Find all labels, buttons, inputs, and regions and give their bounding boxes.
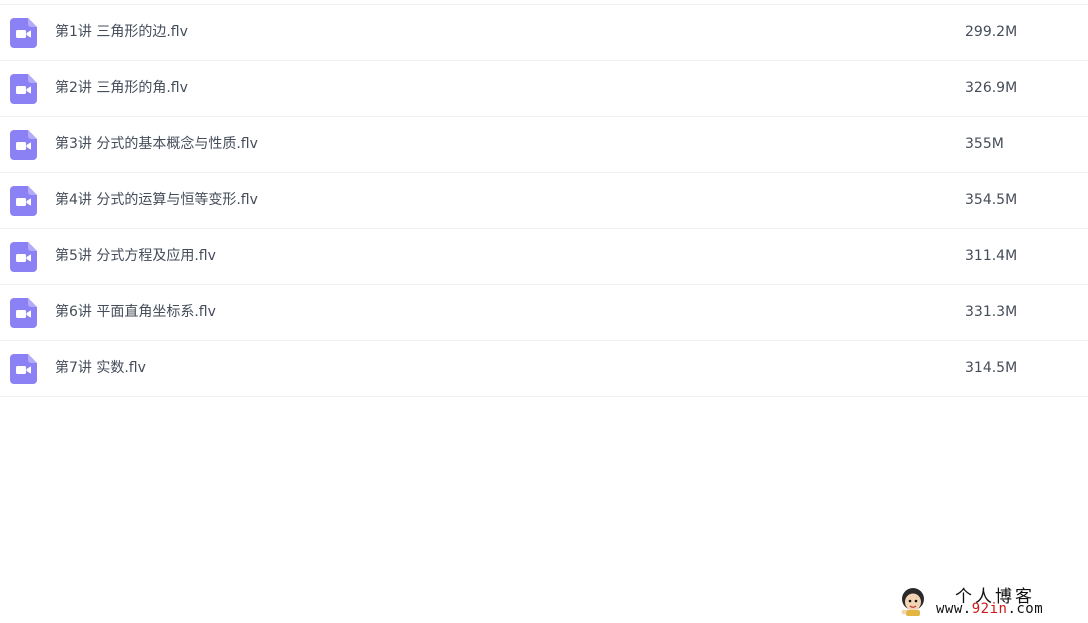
video-file-icon (10, 130, 37, 160)
file-list: 第1讲 三角形的边.flv 299.2M 第2讲 三角形的角.flv 326.9… (0, 4, 1088, 397)
video-file-icon (10, 242, 37, 272)
video-file-icon (10, 354, 37, 384)
watermark-url: www.92in.com (936, 601, 1043, 617)
video-file-icon (10, 186, 37, 216)
file-size: 314.5M (965, 360, 1018, 376)
file-size: 331.3M (965, 304, 1018, 320)
file-name[interactable]: 第6讲 平面直角坐标系.flv (55, 285, 216, 340)
watermark-url-accent: 92in (971, 601, 1008, 617)
blog-watermark: 个人博客 www.92in.com (892, 581, 1088, 623)
file-row[interactable]: 第7讲 实数.flv 314.5M (0, 341, 1088, 397)
video-file-icon (10, 18, 37, 48)
file-size: 355M (965, 136, 1004, 152)
file-size: 354.5M (965, 192, 1018, 208)
file-row[interactable]: 第4讲 分式的运算与恒等变形.flv 354.5M (0, 173, 1088, 229)
video-file-icon (10, 74, 37, 104)
file-row[interactable]: 第1讲 三角形的边.flv 299.2M (0, 5, 1088, 61)
file-size: 299.2M (965, 24, 1018, 40)
file-row[interactable]: 第6讲 平面直角坐标系.flv 331.3M (0, 285, 1088, 341)
cartoon-avatar-icon (901, 588, 924, 616)
file-row[interactable]: 第5讲 分式方程及应用.flv 311.4M (0, 229, 1088, 285)
video-file-icon (10, 298, 37, 328)
file-name[interactable]: 第4讲 分式的运算与恒等变形.flv (55, 173, 258, 228)
watermark-url-prefix: www. (936, 601, 972, 617)
file-row[interactable]: 第2讲 三角形的角.flv 326.9M (0, 61, 1088, 117)
file-name[interactable]: 第7讲 实数.flv (55, 341, 146, 396)
watermark-url-suffix: .com (1007, 601, 1044, 617)
file-name[interactable]: 第5讲 分式方程及应用.flv (55, 229, 216, 284)
file-name[interactable]: 第3讲 分式的基本概念与性质.flv (55, 117, 258, 172)
file-size: 326.9M (965, 80, 1018, 96)
file-name[interactable]: 第2讲 三角形的角.flv (55, 61, 188, 116)
file-size: 311.4M (965, 248, 1018, 264)
file-row[interactable]: 第3讲 分式的基本概念与性质.flv 355M (0, 117, 1088, 173)
file-name[interactable]: 第1讲 三角形的边.flv (55, 5, 188, 60)
